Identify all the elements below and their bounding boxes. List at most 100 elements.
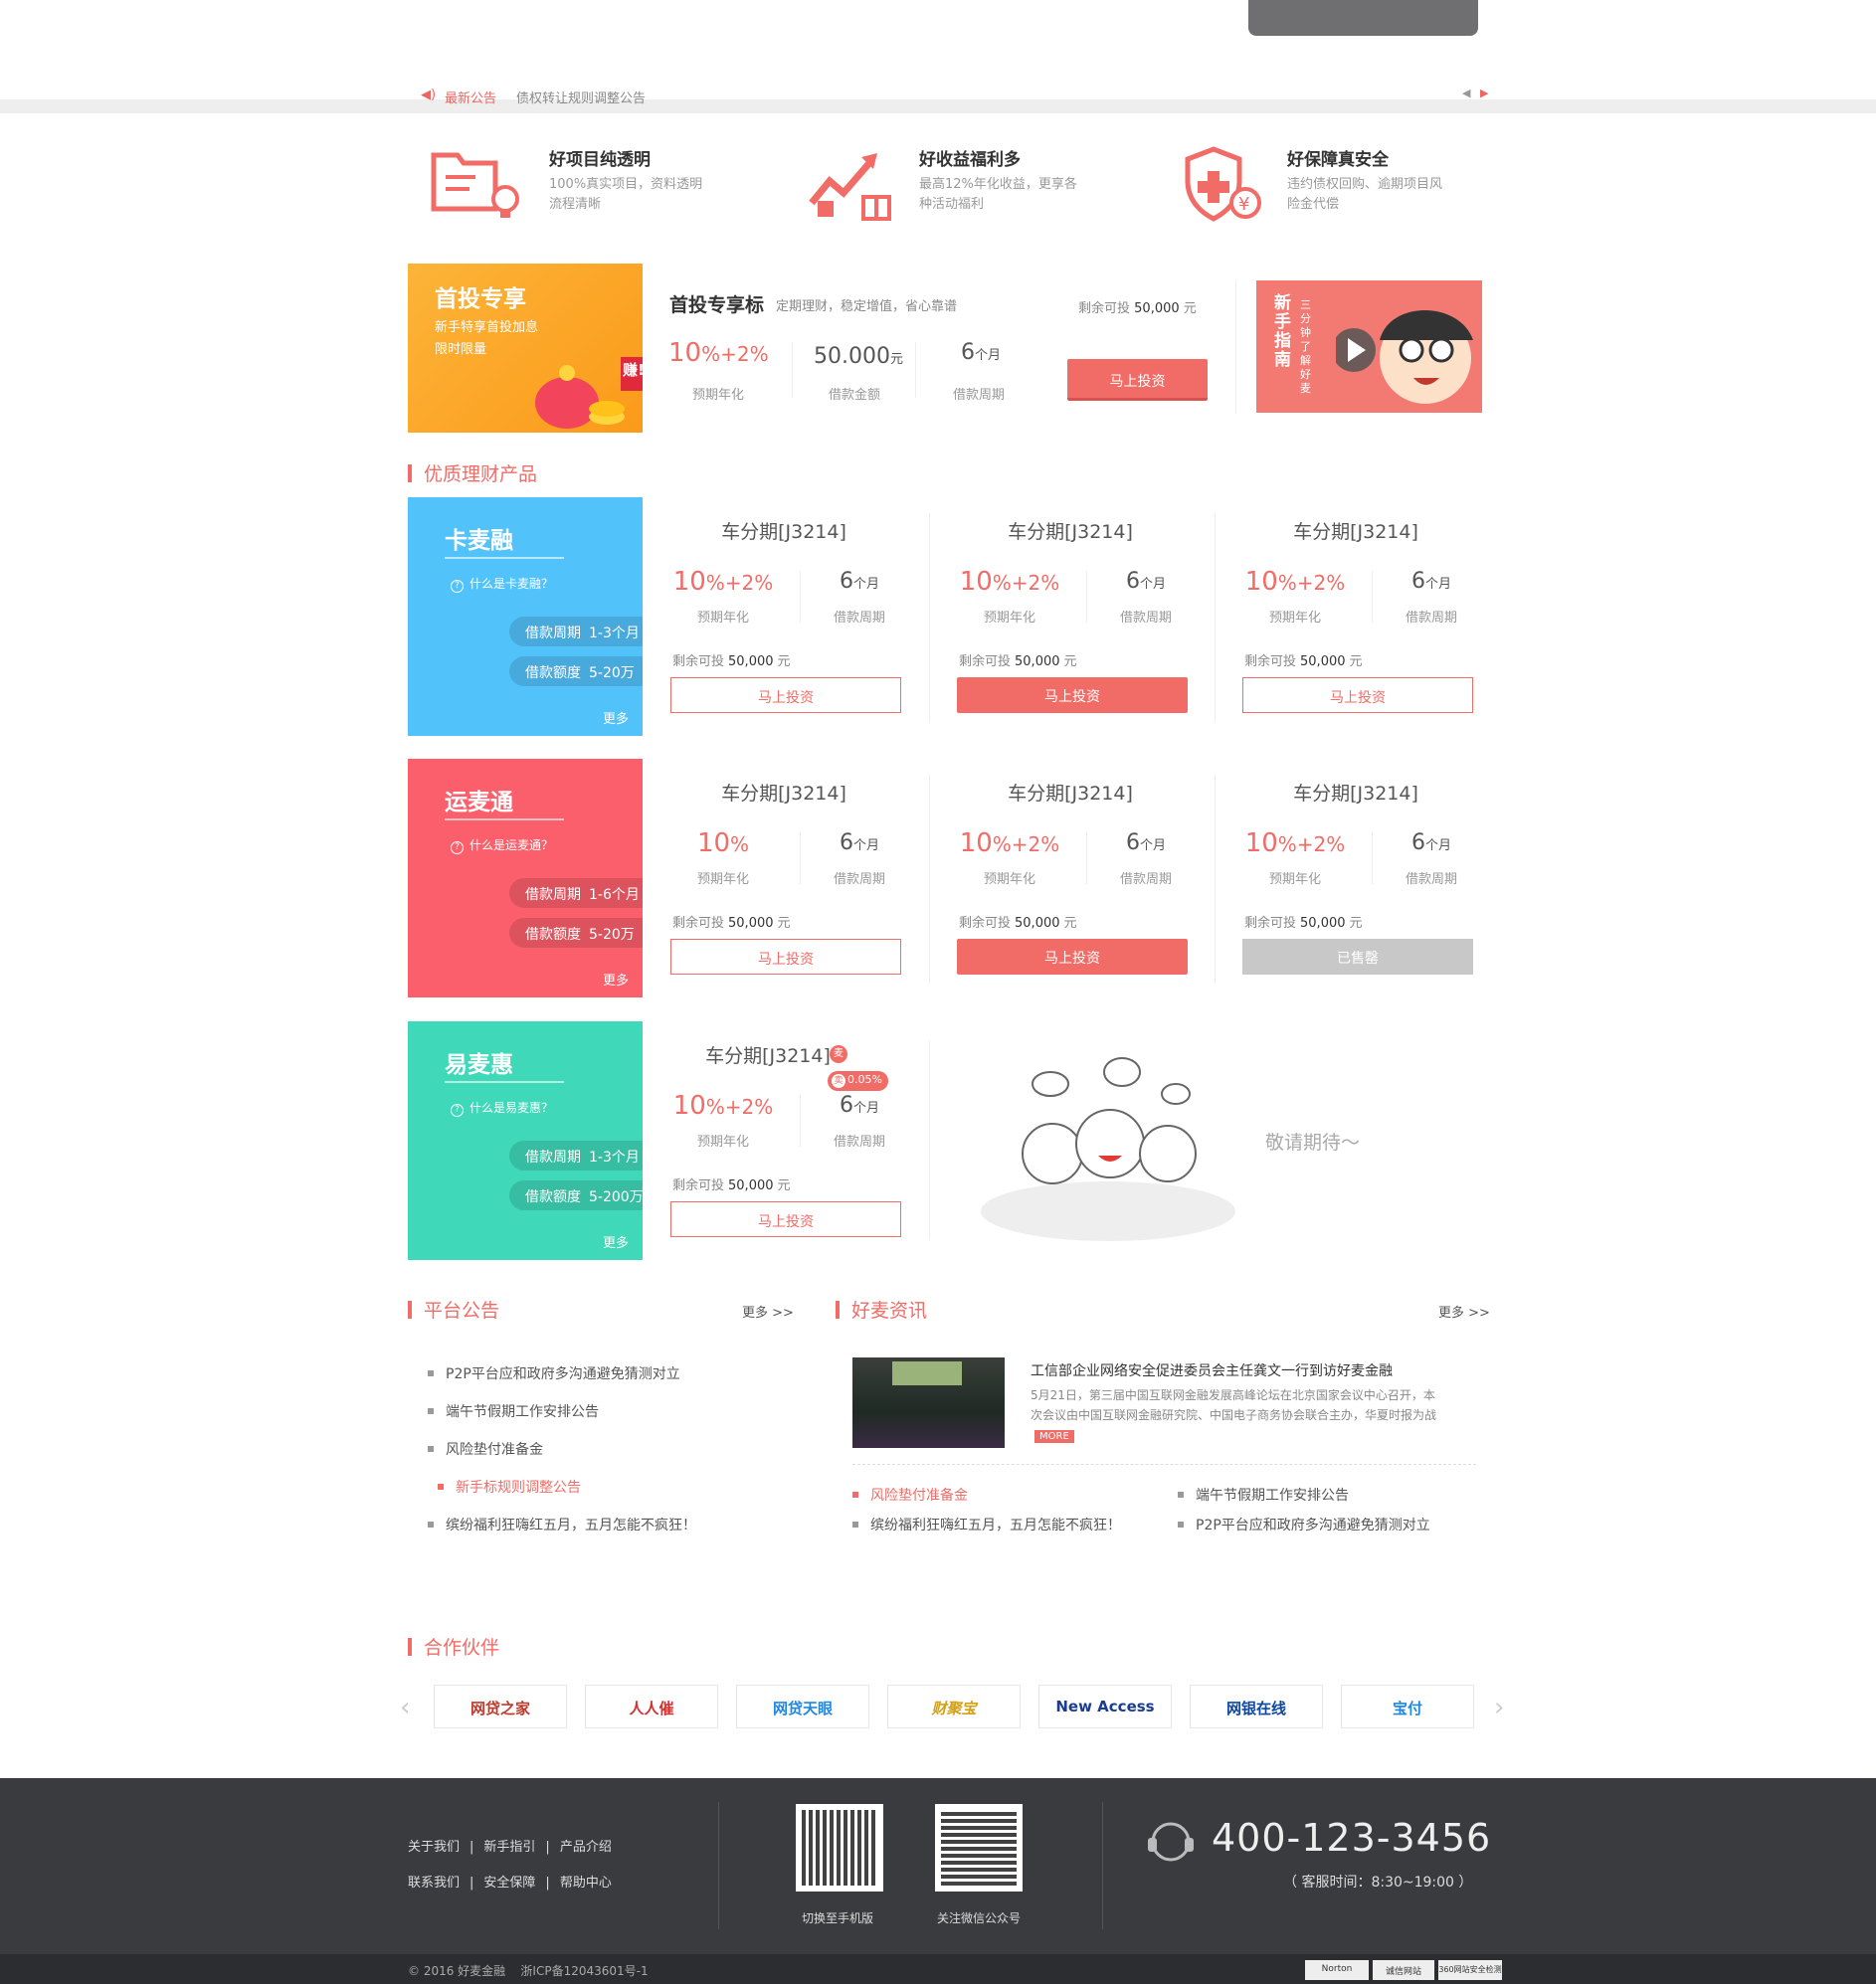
period-unit: 个月 [1424,838,1451,853]
category-tile[interactable]: 卡麦融? 什么是卡麦融？ 借款周期 1-3个月 借款额度 5-20万 更多 [408,497,643,736]
footer-link[interactable]: 联系我们 [408,1876,460,1891]
list-item[interactable]: 缤纷福利狂嗨红五月，五月怎能不疯狂！ [428,1515,806,1552]
bonus-icon: 卖 [832,1074,845,1088]
norton-badge[interactable]: Norton [1305,1960,1369,1980]
category-tile[interactable]: 运麦通? 什么是运麦通？ 借款周期 1-6个月 借款额度 5-20万 更多 [408,759,643,997]
list-item[interactable]: P2P平台应和政府多沟通避免猜测对立 [1178,1515,1476,1544]
first-invest-banner[interactable]: 首投专享 新手特享首投加息 限时限量 赚! [408,264,645,433]
pill-value: 1-3个月 [589,1150,640,1166]
invest-button[interactable]: 马上投资 [670,677,901,713]
divider [800,832,801,884]
category-name: 运麦通 [445,790,513,815]
feature-security: ¥ 好保障真安全 违约债权回购、逾期项目风 险金代偿 [1184,139,1482,229]
news-more-tag[interactable]: MORE [1034,1430,1074,1443]
product-rate: 10%+2% [1240,567,1350,597]
rate-plus: %+2% [1277,571,1346,595]
notice-next-icon[interactable]: ▶ [1480,87,1488,99]
product-title[interactable]: 车分期[J3214] [1240,517,1471,544]
news-more-link[interactable]: 更多 >> [1438,1302,1490,1321]
category-tile[interactable]: 易麦惠? 什么是易麦惠？ 借款周期 1-3个月 借款额度 5-200万 更多 [408,1021,643,1260]
category-question[interactable]: ? 什么是卡麦融？ [451,575,553,593]
qr-wechat-icon[interactable] [935,1804,1023,1892]
remain-unit: 元 [777,1178,791,1193]
notice-text[interactable]: 债权转让规则调整公告 [516,88,646,106]
product-remaining: 剩余可投 50,000 元 [672,912,791,931]
period-value: 6 [1410,569,1425,594]
notice-bar: ◀) 最新公告 债权转让规则调整公告 ◀ ▶ [0,84,1876,113]
news-list-left: 风险垫付准备金 缤纷福利狂嗨红五月，五月怎能不疯狂！ [852,1485,1171,1544]
loan-period-pill: 借款周期 1-6个月 [509,878,643,908]
partners-title: 合作伙伴 [408,1633,499,1660]
category-more-link[interactable]: 更多 [603,708,629,727]
period-value: 6 [1410,830,1425,855]
list-item[interactable]: 风险垫付准备金 [852,1485,1171,1515]
banner-subtitle: 限时限量 [435,342,487,357]
category-question[interactable]: ? 什么是运麦通？ [451,836,553,854]
remain-unit: 元 [777,916,791,931]
product-title[interactable]: 车分期[J3214] [668,517,899,544]
copyright: © 2016 好麦金融 浙ICP备12043601号-1 [408,1964,649,1978]
announce-list: P2P平台应和政府多沟通避免猜测对立 端午节假期工作安排公告 风险垫付准备金 新… [428,1363,806,1552]
footer-link[interactable]: 安全保障 [483,1876,535,1891]
invest-button[interactable]: 马上投资 [1242,677,1473,713]
product-title[interactable]: 车分期[J3214] [1240,779,1471,806]
invest-button[interactable]: 马上投资 [670,939,901,975]
list-item[interactable]: 端午节假期工作安排公告 [1178,1485,1476,1515]
pill-value: 5-200万 [589,1189,643,1205]
announce-more-link[interactable]: 更多 >> [742,1302,794,1321]
list-item[interactable]: 缤纷福利狂嗨红五月，五月怎能不疯狂！ [852,1515,1171,1544]
product-card: 车分期[J3214] 10%+2% 预期年化 6个月 借款周期 剩余可投 50,000 元马上… [668,497,901,736]
list-item[interactable]: 风险垫付准备金 [428,1439,806,1477]
footer-links-2: 联系我们 | 安全保障 | 帮助中心 [408,1876,612,1891]
invest-button[interactable]: 马上投资 [670,1201,901,1237]
trust-badge[interactable]: 诚信网站 [1373,1960,1434,1980]
list-item[interactable]: 端午节假期工作安排公告 [428,1401,806,1439]
newbie-guide-banner[interactable]: 新手指南 三分钟了解好麦 [1256,280,1482,413]
product-card: 车分期[J3214] 10%+2% 预期年化 6个月 借款周期 剩余可投 50,000 元已售… [1240,759,1473,997]
category-more-link[interactable]: 更多 [603,1232,629,1251]
partner-logo[interactable]: 网贷天眼 [736,1685,869,1728]
category-question[interactable]: ? 什么是易麦惠？ [451,1099,553,1117]
list-item[interactable]: P2P平台应和政府多沟通避免猜测对立 [428,1363,806,1401]
hotline-number[interactable]: 400-123-3456 [1212,1816,1491,1860]
product-title[interactable]: 车分期[J3214] [955,517,1186,544]
product-title[interactable]: 车分期[J3214] [668,779,899,806]
promo-badge: 麦 [830,1045,847,1063]
invest-button[interactable]: 马上投资 [957,677,1188,713]
news-headline[interactable]: 工信部企业网络安全促进委员会主任龚文一行到访好麦金融 [1031,1360,1393,1380]
first-product-tagline: 定期理财，稳定增值，省心靠谱 [776,299,958,314]
footer-link[interactable]: 关于我们 [408,1840,460,1855]
qr-mobile-icon[interactable] [796,1804,883,1892]
partners-prev-icon[interactable]: ‹ [400,1693,410,1722]
pill-label: 借款额度 [525,927,581,943]
partner-logo[interactable]: 财聚宝 [887,1685,1021,1728]
invest-button[interactable]: 马上投资 [957,939,1188,975]
first-invest-button[interactable]: 马上投资 [1067,359,1208,401]
rate-value: 10 [1244,567,1278,597]
list-item[interactable]: 新手标规则调整公告 [428,1477,806,1515]
footer-link[interactable]: 新手指引 [483,1840,535,1855]
partner-logo[interactable]: 网贷之家 [434,1685,567,1728]
news-photo[interactable] [852,1357,1005,1448]
footer-link[interactable]: 产品介绍 [560,1840,612,1855]
partner-logo[interactable]: New Access [1038,1685,1172,1728]
rate-label: 预期年化 [1268,872,1321,887]
invest-button[interactable]: 已售罄 [1242,939,1473,975]
partner-logo[interactable]: 网银在线 [1190,1685,1323,1728]
period-unit: 个月 [1139,838,1166,853]
product-card: 车分期[J3214] 麦卖 0.05% 10%+2% 预期年化 6个月 借款周期 剩余可投 50… [668,1021,901,1260]
product-title[interactable]: 车分期[J3214] [955,779,1186,806]
divider [800,1095,801,1147]
notice-prev-icon[interactable]: ◀ [1462,87,1470,99]
pill-value: 1-6个月 [589,887,640,903]
period-value: 6 [961,340,975,365]
qr-wechat-label: 关注微信公众号 [937,1911,1022,1925]
partner-logo[interactable]: 人人催 [585,1685,718,1728]
period-value: 6 [839,830,853,855]
qr-mobile-label: 切换至手机版 [802,1911,874,1925]
partner-logo[interactable]: 宝付 [1341,1685,1474,1728]
partners-next-icon[interactable]: › [1494,1693,1504,1722]
footer-link[interactable]: 帮助中心 [560,1876,612,1891]
security-badge[interactable]: 360网站安全检测 [1438,1960,1502,1980]
category-more-link[interactable]: 更多 [603,970,629,989]
